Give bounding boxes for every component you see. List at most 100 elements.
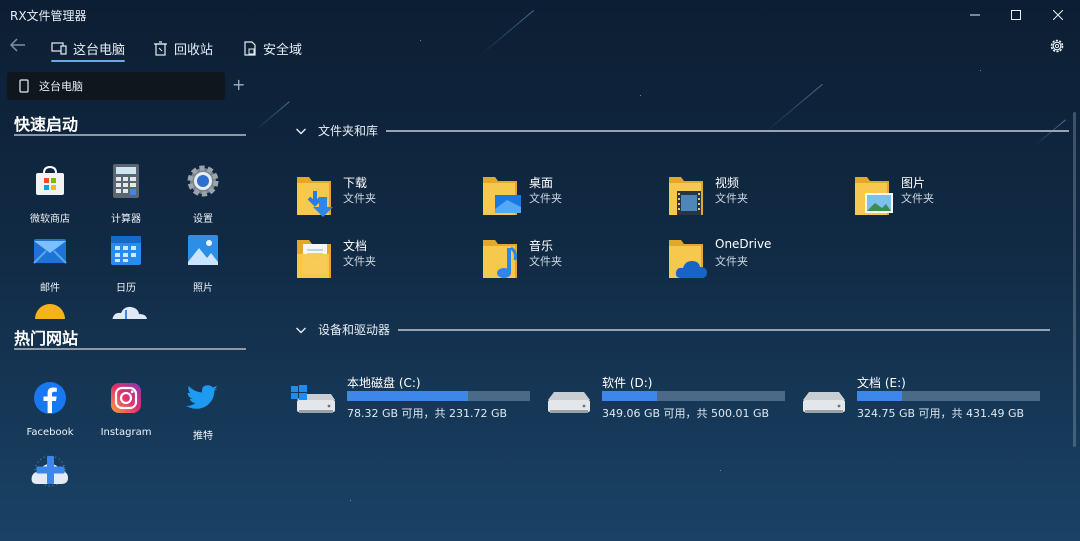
calendar-icon — [111, 236, 141, 265]
app-label: 邮件 — [40, 283, 60, 294]
scrollbar[interactable] — [1073, 112, 1076, 447]
add-website-icon — [31, 455, 68, 487]
drives-section-header[interactable]: 设备和驱动器 — [295, 321, 1051, 338]
site-label: Instagram — [100, 427, 152, 438]
music-folder-icon — [483, 240, 517, 278]
app-label: 计算器 — [111, 214, 141, 225]
computer-icon — [51, 42, 67, 55]
site-instagram[interactable]: Instagram — [91, 380, 161, 438]
site-twitter[interactable]: 推特 — [168, 380, 238, 442]
background-star — [640, 95, 641, 96]
folder-videos[interactable]: 视频 文件夹 — [667, 173, 837, 223]
secure-area-icon — [244, 40, 256, 56]
site-label: 推特 — [193, 431, 213, 442]
drive-e[interactable]: 文档 (E:) 324.75 GB 可用，共 431.49 GB — [801, 374, 1046, 420]
system-drive-icon — [291, 385, 335, 413]
folder-documents[interactable]: 文档 文件夹 — [295, 236, 465, 286]
settings-button[interactable] — [1048, 37, 1066, 55]
tab-this-pc[interactable]: 这台电脑 — [51, 36, 126, 62]
drive-usage-fill — [347, 391, 469, 401]
quick-launch-heading: 快速启动 — [14, 115, 79, 134]
folder-type: 文件夹 — [343, 192, 376, 205]
app-store[interactable]: 微软商店 — [15, 163, 85, 225]
app-photos[interactable]: 照片 — [168, 232, 238, 294]
folder-pictures[interactable]: 图片 文件夹 — [853, 173, 1023, 223]
divider — [14, 134, 246, 136]
drive-usage-bar — [857, 391, 1040, 401]
folder-downloads[interactable]: 下载 文件夹 — [295, 173, 465, 223]
folder-name: 桌面 — [529, 176, 554, 190]
folder-name: 下载 — [343, 176, 368, 190]
drive-name: 文档 (E:) — [857, 376, 906, 390]
folder-type: 文件夹 — [343, 255, 376, 268]
folder-type: 文件夹 — [901, 192, 934, 205]
desktop-folder-icon — [483, 177, 521, 215]
tab-secure-area[interactable]: 安全域 — [243, 36, 302, 60]
app-label: 照片 — [193, 283, 213, 294]
close-button[interactable] — [1043, 4, 1073, 26]
recycle-bin-icon — [154, 40, 167, 56]
instagram-icon — [111, 383, 141, 413]
drive-icon — [803, 392, 845, 413]
minimize-button[interactable] — [960, 4, 990, 26]
tab-label: 这台电脑 — [73, 42, 126, 58]
folder-music[interactable]: 音乐 文件夹 — [481, 236, 651, 286]
videos-folder-icon — [669, 177, 703, 215]
tab-label: 安全域 — [263, 42, 303, 58]
folders-section-header[interactable]: 文件夹和库 — [295, 122, 1070, 139]
divider — [14, 348, 246, 350]
calculator-icon — [113, 164, 139, 198]
drive-c[interactable]: 本地磁盘 (C:) 78.32 GB 可用，共 231.72 GB — [291, 374, 536, 420]
mail-icon — [33, 239, 67, 264]
drive-usage-fill — [857, 391, 903, 401]
facebook-icon — [34, 382, 66, 414]
chevron-down-icon — [296, 128, 306, 134]
tab-label: 回收站 — [174, 42, 214, 58]
back-arrow-icon — [9, 38, 25, 52]
path-bar[interactable]: 这台电脑 — [7, 72, 225, 100]
section-title: 设备和驱动器 — [318, 323, 391, 337]
app-title: RX文件管理器 — [10, 9, 87, 23]
hot-sites-heading: 热门网站 — [14, 329, 79, 348]
folder-name: OneDrive — [715, 237, 772, 251]
drive-usage-bar — [347, 391, 530, 401]
site-facebook[interactable]: Facebook — [15, 380, 85, 438]
folder-type: 文件夹 — [529, 192, 562, 205]
onedrive-folder-icon — [669, 240, 707, 278]
drive-name: 本地磁盘 (C:) — [347, 376, 421, 390]
add-site-button[interactable] — [15, 450, 85, 496]
drive-d[interactable]: 软件 (D:) 349.06 GB 可用，共 500.01 GB — [546, 374, 791, 420]
app-label: 设置 — [193, 214, 213, 225]
chevron-down-icon — [296, 327, 306, 333]
app-label: 日历 — [116, 283, 136, 294]
title-bar: RX文件管理器 — [0, 0, 1080, 30]
background-star — [720, 470, 721, 471]
add-tab-button[interactable]: + — [232, 75, 245, 94]
folder-type: 文件夹 — [529, 255, 562, 268]
maximize-icon — [1011, 10, 1021, 20]
drive-usage-fill — [602, 391, 658, 401]
section-title: 文件夹和库 — [318, 124, 379, 138]
divider — [398, 328, 1051, 331]
maximize-button[interactable] — [1001, 4, 1031, 26]
app-calendar[interactable]: 日历 — [91, 232, 161, 294]
tab-recycle-bin[interactable]: 回收站 — [153, 36, 213, 60]
folder-type: 文件夹 — [715, 192, 748, 205]
back-button[interactable] — [9, 36, 29, 56]
folder-type: 文件夹 — [715, 255, 748, 268]
background-star — [350, 500, 351, 501]
app-settings[interactable]: 设置 — [168, 163, 238, 225]
app-mail[interactable]: 邮件 — [15, 232, 85, 294]
background-star — [980, 70, 981, 71]
downloads-folder-icon — [297, 177, 333, 217]
documents-folder-icon — [297, 240, 331, 278]
drive-info: 78.32 GB 可用，共 231.72 GB — [347, 407, 508, 420]
app-calculator[interactable]: 计算器 — [91, 163, 161, 225]
folder-name: 图片 — [901, 176, 926, 190]
folder-desktop[interactable]: 桌面 文件夹 — [481, 173, 651, 223]
twitter-icon — [186, 385, 218, 409]
folder-name: 文档 — [343, 239, 368, 253]
divider — [386, 129, 1070, 132]
site-label: Facebook — [26, 427, 74, 438]
folder-onedrive[interactable]: OneDrive 文件夹 — [667, 236, 837, 286]
